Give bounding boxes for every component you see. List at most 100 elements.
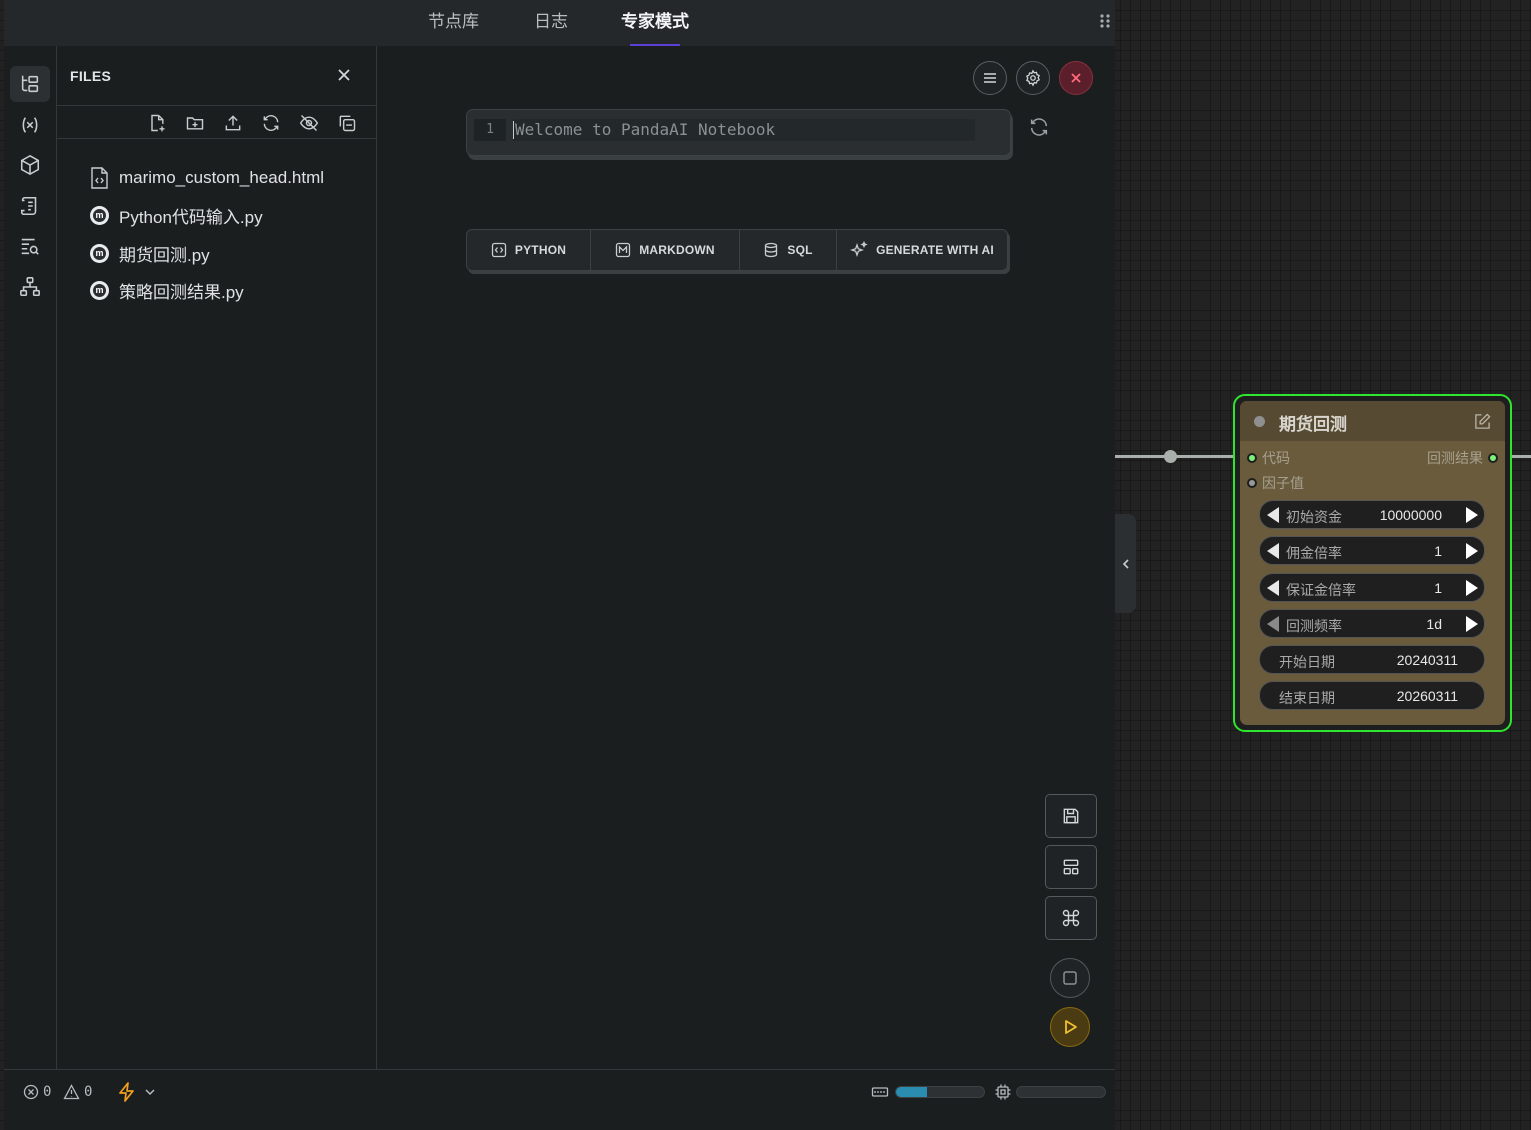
edit-icon[interactable]	[1474, 413, 1491, 430]
layout-icon[interactable]	[1045, 845, 1097, 889]
increment-arrow-icon[interactable]	[1466, 507, 1478, 523]
decrement-arrow-icon[interactable]	[1267, 580, 1279, 596]
increment-arrow-icon[interactable]	[1466, 543, 1478, 559]
widget-initial-capital[interactable]: 初始资金 10000000	[1259, 500, 1485, 529]
html-file-icon	[90, 167, 109, 189]
widget-start-date[interactable]: 开始日期 20240311	[1259, 645, 1485, 674]
output-slot-result[interactable]: 回测结果	[1427, 448, 1498, 468]
slot-label: 代码	[1262, 450, 1290, 466]
generate-with-ai-button[interactable]: GENERATE WITH AI	[837, 230, 1007, 270]
node-body: 期货回测 代码 因子值 回测结果 初始资金 10000000 佣金倍率 1 保证…	[1240, 401, 1505, 725]
tab-expert-mode[interactable]: 专家模式	[621, 11, 689, 33]
add-python-label: PYTHON	[514, 243, 567, 257]
add-cell-toolbar: PYTHON MARKDOWN SQL GENERATE WITH AI	[466, 229, 1008, 271]
widget-label: 结束日期	[1279, 690, 1335, 706]
file-name: 策略回测结果.py	[119, 282, 244, 302]
collapse-panel-button[interactable]	[1115, 514, 1136, 613]
files-panel-title: FILES	[70, 68, 112, 84]
package-icon[interactable]	[10, 147, 50, 183]
chevron-down-icon	[145, 1089, 155, 1096]
decrement-arrow-icon[interactable]	[1267, 507, 1279, 523]
slot-connector[interactable]	[1247, 453, 1257, 463]
widget-value: 10000000	[1379, 507, 1442, 523]
runtime-mode-dropdown[interactable]	[117, 1082, 157, 1102]
slot-connector[interactable]	[1247, 478, 1257, 488]
code-cell[interactable]: 1 Welcome to PandaAI Notebook	[466, 109, 1011, 156]
increment-arrow-icon[interactable]	[1466, 580, 1478, 596]
lightning-icon	[119, 1082, 134, 1102]
file-item[interactable]: m 策略回测结果.py	[90, 278, 244, 302]
widget-value: 1	[1434, 580, 1442, 596]
refresh-icon[interactable]	[260, 112, 282, 134]
memory-usage-fill	[896, 1087, 927, 1097]
widget-value: 20260311	[1396, 688, 1458, 704]
warning-count[interactable]: 0	[63, 1084, 92, 1100]
chevron-left-icon	[1122, 558, 1129, 569]
python-icon	[491, 242, 507, 258]
file-item[interactable]: m Python代码输入.py	[90, 203, 263, 227]
generate-with-ai-label: GENERATE WITH AI	[876, 243, 994, 257]
settings-gear-icon[interactable]	[1016, 61, 1050, 95]
file-item[interactable]: m 期货回测.py	[90, 241, 210, 265]
previous-option-arrow-icon[interactable]	[1267, 616, 1279, 632]
variables-icon[interactable]	[10, 107, 50, 143]
new-folder-icon[interactable]	[184, 112, 206, 134]
notebook-area: 1 Welcome to PandaAI Notebook PYTHON MAR…	[377, 46, 1115, 1069]
add-sql-cell-button[interactable]: SQL	[740, 230, 837, 270]
widget-label: 回测频率	[1286, 618, 1342, 634]
next-option-arrow-icon[interactable]	[1466, 616, 1478, 632]
line-number: 1	[474, 119, 506, 141]
widget-commission-rate[interactable]: 佣金倍率 1	[1259, 536, 1485, 565]
marimo-icon: m	[90, 205, 109, 225]
top-tab-bar: 节点库 日志 专家模式	[4, 0, 1115, 46]
error-count-value: 0	[43, 1084, 52, 1100]
add-markdown-cell-button[interactable]: MARKDOWN	[591, 230, 740, 270]
error-icon	[23, 1084, 39, 1100]
sparkle-icon	[850, 241, 868, 257]
link-center-handle[interactable]	[1164, 450, 1177, 463]
hide-icon[interactable]	[298, 112, 320, 134]
input-slot-code[interactable]: 代码	[1247, 448, 1290, 468]
widget-label: 佣金倍率	[1286, 545, 1342, 561]
error-count[interactable]: 0	[23, 1084, 51, 1100]
collapse-all-icon[interactable]	[336, 112, 358, 134]
widget-label: 开始日期	[1279, 654, 1335, 670]
input-slot-factor[interactable]: 因子值	[1247, 473, 1304, 493]
file-item[interactable]: marimo_custom_head.html	[90, 166, 324, 190]
slot-connector[interactable]	[1488, 453, 1498, 463]
notebook-outline-icon[interactable]	[10, 188, 50, 224]
slot-label: 回测结果	[1427, 450, 1483, 466]
file-name: Python代码输入.py	[119, 207, 263, 227]
add-sql-label: SQL	[787, 243, 813, 257]
menu-icon[interactable]	[973, 61, 1007, 95]
node-status-dot	[1254, 416, 1265, 427]
drag-handle-icon[interactable]	[1098, 13, 1112, 29]
command-palette-icon[interactable]	[1045, 896, 1097, 940]
upload-icon[interactable]	[222, 112, 244, 134]
widget-end-date[interactable]: 结束日期 20260311	[1259, 681, 1485, 710]
node-header[interactable]: 期货回测	[1240, 401, 1505, 441]
file-tree-icon[interactable]	[10, 66, 50, 102]
run-icon[interactable]	[1050, 1007, 1090, 1047]
add-markdown-label: MARKDOWN	[639, 243, 715, 257]
search-logs-icon[interactable]	[10, 228, 50, 264]
add-python-cell-button[interactable]: PYTHON	[467, 230, 591, 270]
node-title: 期货回测	[1279, 415, 1347, 434]
stop-icon[interactable]	[1050, 958, 1090, 998]
tab-node-library[interactable]: 节点库	[428, 11, 479, 33]
decrement-arrow-icon[interactable]	[1267, 543, 1279, 559]
cpu-icon	[994, 1083, 1012, 1101]
dependency-graph-icon[interactable]	[10, 269, 50, 305]
close-notebook-button[interactable]	[1059, 61, 1093, 95]
tab-logs[interactable]: 日志	[534, 11, 568, 33]
status-bar: 0 0	[4, 1069, 1115, 1130]
new-file-icon[interactable]	[146, 112, 168, 134]
save-icon[interactable]	[1045, 794, 1097, 838]
memory-icon	[871, 1084, 889, 1100]
widget-margin-rate[interactable]: 保证金倍率 1	[1259, 573, 1485, 602]
text-cursor	[513, 121, 514, 139]
close-icon[interactable]	[337, 68, 351, 82]
rerun-cell-icon[interactable]	[1028, 116, 1050, 138]
futures-backtest-node[interactable]: 期货回测 代码 因子值 回测结果 初始资金 10000000 佣金倍率 1 保证…	[1233, 394, 1512, 732]
widget-backtest-frequency[interactable]: 回测频率 1d	[1259, 609, 1485, 638]
